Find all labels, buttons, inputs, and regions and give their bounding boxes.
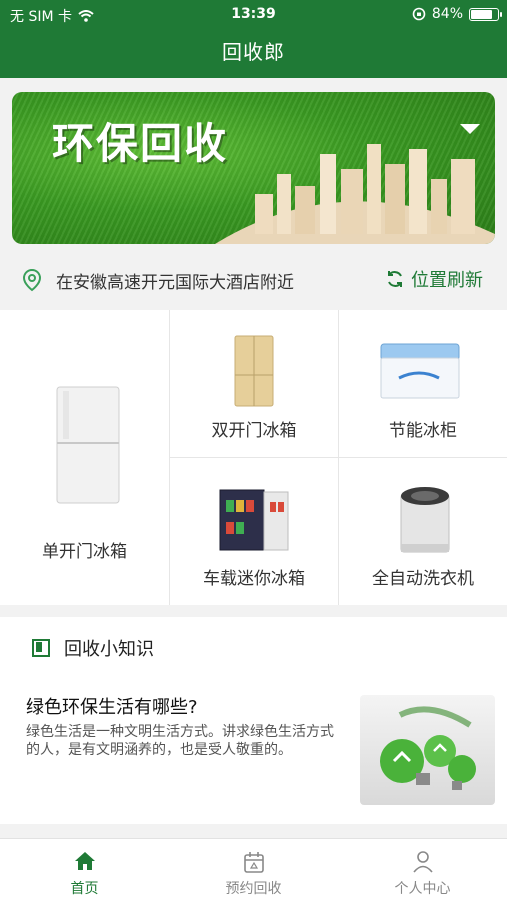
category-label: 双开门冰箱 bbox=[211, 421, 297, 441]
category-label: 全自动洗衣机 bbox=[372, 569, 474, 589]
calendar-icon bbox=[243, 852, 264, 873]
chest-freezer-icon bbox=[380, 343, 460, 399]
app-header: 回收郎 bbox=[0, 28, 507, 78]
battery-icon bbox=[469, 7, 502, 21]
person-icon bbox=[412, 851, 433, 873]
tab-label: 个人中心 bbox=[394, 881, 451, 897]
refresh-label: 位置刷新 bbox=[411, 270, 483, 291]
home-icon bbox=[74, 852, 95, 870]
knowledge-header: 回收小知识 bbox=[32, 635, 154, 661]
page-title: 回收郎 bbox=[222, 40, 285, 64]
status-right: 84% bbox=[412, 6, 502, 22]
promo-banner[interactable]: 环保回收 bbox=[12, 92, 495, 244]
double-door-fridge-icon bbox=[234, 335, 274, 407]
category-chest-freezer[interactable]: 节能冰柜 bbox=[339, 310, 507, 457]
tab-label: 预约回收 bbox=[225, 881, 282, 897]
category-double-door-fridge[interactable]: 双开门冰箱 bbox=[170, 310, 338, 457]
tab-label: 首页 bbox=[70, 881, 99, 897]
category-washing-machine[interactable]: 全自动洗衣机 bbox=[339, 458, 507, 605]
category-label: 单开门冰箱 bbox=[42, 542, 127, 562]
battery-percent: 84% bbox=[431, 6, 463, 22]
category-single-door-fridge[interactable]: 单开门冰箱 bbox=[0, 310, 169, 605]
category-grid: 单开门冰箱 双开门冰箱 节能冰柜 车载迷你冰箱 全自动洗衣机 bbox=[0, 310, 507, 605]
eco-bulb-image bbox=[380, 706, 476, 790]
city-skyline-illustration bbox=[215, 124, 495, 244]
tab-appointment[interactable]: 预约回收 bbox=[169, 839, 338, 900]
location-pin-icon bbox=[22, 268, 42, 292]
location-bar: 在安徽高速开元国际大酒店附近 位置刷新 bbox=[0, 254, 507, 306]
category-label: 车载迷你冰箱 bbox=[203, 569, 305, 589]
washing-machine-icon bbox=[400, 487, 450, 553]
refresh-icon bbox=[388, 271, 402, 287]
category-mini-fridge[interactable]: 车载迷你冰箱 bbox=[170, 458, 338, 605]
mini-fridge-icon bbox=[219, 489, 289, 551]
single-door-fridge-icon bbox=[56, 386, 120, 504]
knowledge-section-title: 回收小知识 bbox=[64, 639, 154, 660]
current-address: 在安徽高速开元国际大酒店附近 bbox=[56, 273, 294, 293]
status-bar: 无 SIM 卡 13:39 84% bbox=[0, 0, 507, 28]
orientation-lock-icon bbox=[412, 7, 426, 21]
bottom-tab-bar: 首页 预约回收 个人中心 bbox=[0, 838, 507, 900]
article-title: 绿色环保生活有哪些? bbox=[26, 697, 198, 718]
battery-level bbox=[471, 9, 492, 19]
tab-profile[interactable]: 个人中心 bbox=[338, 839, 507, 900]
book-icon bbox=[32, 639, 50, 657]
category-label: 节能冰柜 bbox=[389, 421, 457, 441]
knowledge-section: 回收小知识 绿色环保生活有哪些? 绿色生活是一种文明生活方式。讲求绿色生活方式的… bbox=[0, 617, 507, 824]
tab-home[interactable]: 首页 bbox=[0, 839, 169, 900]
article-thumbnail bbox=[360, 695, 495, 805]
grid-divider bbox=[169, 457, 507, 458]
article-description: 绿色生活是一种文明生活方式。讲求绿色生活方式的人，是有文明涵养的，也是受人敬重的… bbox=[26, 724, 334, 758]
refresh-location-button[interactable]: 位置刷新 bbox=[385, 266, 483, 292]
